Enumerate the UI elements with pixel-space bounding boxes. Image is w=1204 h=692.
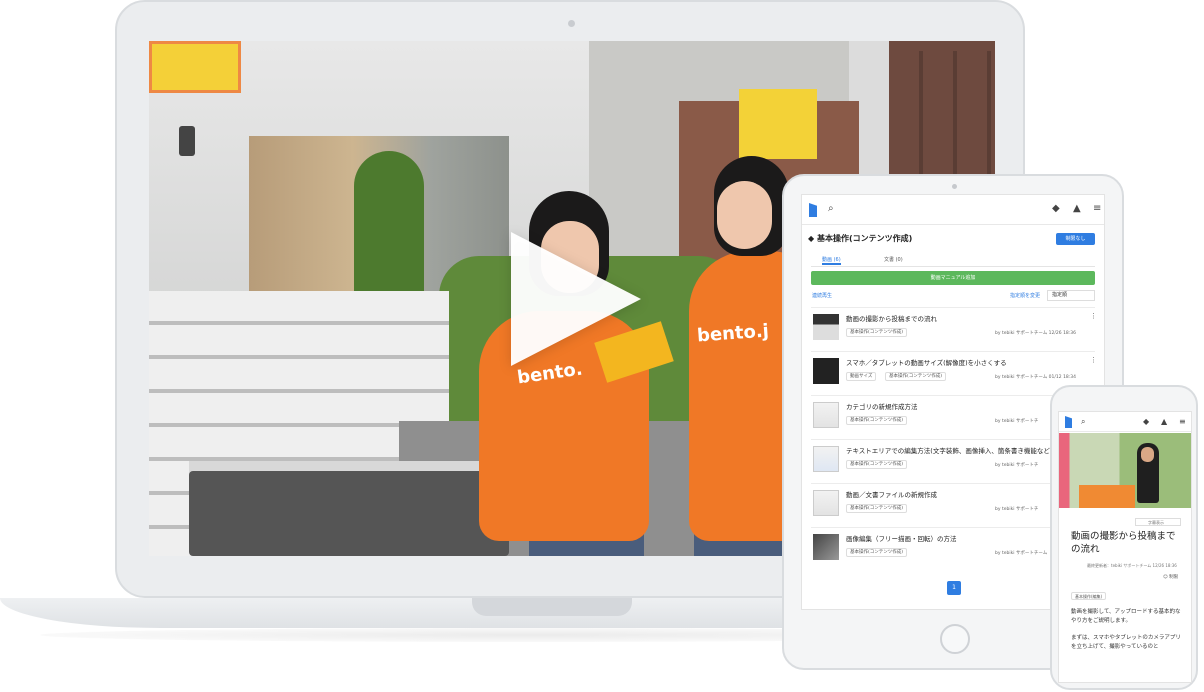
page-title: ◆ 基本操作(コンテンツ作成) bbox=[808, 233, 912, 244]
tag-chip[interactable]: 基本操作(コンテンツ作成) bbox=[846, 504, 908, 513]
body-text: 動画を撮影して、アップロードする基本的なやり方をご説明します。 bbox=[1071, 609, 1181, 624]
top-bar: ⌕ ◆ ▲ ≡ bbox=[802, 195, 1104, 225]
video-thumbnail[interactable] bbox=[813, 534, 839, 560]
scene-cart bbox=[189, 471, 509, 556]
scene-person-face bbox=[717, 181, 772, 249]
video-thumbnail[interactable] bbox=[813, 358, 839, 384]
logo-icon[interactable] bbox=[809, 203, 817, 217]
restrict-label[interactable]: ☺ 制限 bbox=[1163, 574, 1178, 580]
logo-icon[interactable] bbox=[1065, 416, 1072, 428]
tag-chip[interactable]: 基本操作(コンテンツ作成) bbox=[846, 328, 908, 337]
tag-chip[interactable]: 動画サイズ bbox=[846, 372, 877, 381]
tag-chip[interactable]: 基本操作(コンテンツ作成) bbox=[846, 548, 908, 557]
restrict-button[interactable]: 制限なし bbox=[1056, 233, 1095, 245]
video-player[interactable] bbox=[1059, 433, 1191, 508]
laptop-camera bbox=[568, 20, 575, 27]
play-icon[interactable] bbox=[511, 232, 641, 366]
bell-icon[interactable]: ▲ bbox=[1161, 417, 1167, 426]
item-meta: by tebiki サポートチーム 12/26 18:36 bbox=[995, 331, 1077, 336]
tablet-camera bbox=[952, 184, 957, 189]
phone-screen: ⌕ ◆ ▲ ≡ 字幕表示 動画の撮影から投稿までの流れ 最終更新者：tebiki… bbox=[1058, 411, 1192, 683]
tab-document[interactable]: 文書 (0) bbox=[884, 255, 903, 265]
pagination-page[interactable]: 1 bbox=[947, 581, 961, 595]
top-bar: ⌕ ◆ ▲ ≡ bbox=[1059, 412, 1191, 432]
page-title: 動画の撮影から投稿までの流れ bbox=[1071, 531, 1176, 555]
item-meta: by tebiki サポートチ bbox=[995, 463, 1039, 468]
tab-divider bbox=[811, 266, 1095, 267]
item-title[interactable]: テキストエリアでの編集方法(文字装飾、画像挿入、箇条書き機能など bbox=[846, 445, 1050, 455]
continuous-play-link[interactable]: 連続再生 bbox=[812, 292, 832, 299]
laptop-notch bbox=[472, 598, 632, 616]
more-icon[interactable]: ⋮ bbox=[1090, 356, 1097, 364]
item-meta: by tebiki サポートチ bbox=[995, 419, 1039, 424]
restrict-text: 制限 bbox=[1169, 575, 1179, 580]
item-meta: by tebiki サポートチーム bbox=[995, 551, 1048, 556]
list-item[interactable]: スマホ／タブレットの動画サイズ(解像度)を小さくする 動画サイズ 基本操作(コン… bbox=[811, 351, 1097, 395]
add-video-button[interactable]: 動画マニュアル追加 bbox=[811, 271, 1095, 285]
body-text: まずは、スマホやタブレットのカメラアプリを立ち上げて、撮影やっているのと bbox=[1071, 635, 1181, 650]
tag-icon[interactable]: ◆ bbox=[1052, 203, 1060, 215]
sort-select[interactable]: 指定順 bbox=[1047, 290, 1095, 301]
video-thumbnail[interactable] bbox=[813, 314, 839, 340]
scene-desk bbox=[1079, 485, 1135, 508]
change-order-link[interactable]: 指定順を変更 bbox=[1010, 292, 1040, 299]
item-meta: by tebiki サポートチーム 01/12 18:34 bbox=[995, 375, 1077, 380]
search-icon[interactable]: ⌕ bbox=[1081, 417, 1085, 427]
item-title[interactable]: スマホ／タブレットの動画サイズ(解像度)を小さくする bbox=[846, 357, 1007, 367]
tag-chip[interactable]: 基本操作(編集) bbox=[1071, 592, 1107, 600]
tag-chip[interactable]: 基本操作(コンテンツ作成) bbox=[846, 416, 908, 425]
more-icon[interactable]: ⋮ bbox=[1090, 312, 1097, 320]
tab-video[interactable]: 動画 (6) bbox=[822, 255, 841, 265]
item-title[interactable]: 画像編集（フリー描画・回転）の方法 bbox=[846, 533, 957, 543]
tag-icon: ◆ bbox=[808, 234, 815, 243]
item-title[interactable]: カテゴリの新規作成方法 bbox=[846, 401, 918, 411]
video-thumbnail[interactable] bbox=[813, 490, 839, 516]
page-title-text: 基本操作(コンテンツ作成) bbox=[816, 234, 913, 243]
tag-chip[interactable]: 基本操作(コンテンツ作成) bbox=[846, 460, 908, 469]
scene-parking-sign bbox=[739, 89, 817, 159]
video-thumbnail[interactable] bbox=[813, 446, 839, 472]
bell-icon[interactable]: ▲ bbox=[1073, 203, 1081, 215]
item-title[interactable]: 動画／文書ファイルの新規作成 bbox=[846, 489, 937, 499]
list-item[interactable]: 動画の撮影から投稿までの流れ 基本操作(コンテンツ作成) by tebiki サ… bbox=[811, 307, 1097, 351]
menu-icon[interactable]: ≡ bbox=[1179, 417, 1186, 426]
scene-lamp bbox=[179, 126, 195, 156]
scene-person-face bbox=[1141, 447, 1154, 462]
people-icon: ☺ bbox=[1163, 575, 1168, 580]
scene-sign bbox=[149, 41, 241, 93]
search-icon[interactable]: ⌕ bbox=[828, 203, 834, 215]
item-meta: by tebiki サポートチ bbox=[995, 507, 1039, 512]
item-title[interactable]: 動画の撮影から投稿までの流れ bbox=[846, 313, 937, 323]
tag-icon[interactable]: ◆ bbox=[1143, 417, 1149, 426]
tag-chip[interactable]: 基本操作(コンテンツ作成) bbox=[885, 372, 947, 381]
tablet-home-button[interactable] bbox=[940, 624, 970, 654]
menu-icon[interactable]: ≡ bbox=[1093, 203, 1101, 215]
subtitle-select[interactable]: 字幕表示 bbox=[1135, 518, 1181, 526]
item-meta: 最終更新者：tebiki サポートチーム 12/26 18:36 bbox=[1087, 563, 1177, 568]
video-thumbnail[interactable] bbox=[813, 402, 839, 428]
